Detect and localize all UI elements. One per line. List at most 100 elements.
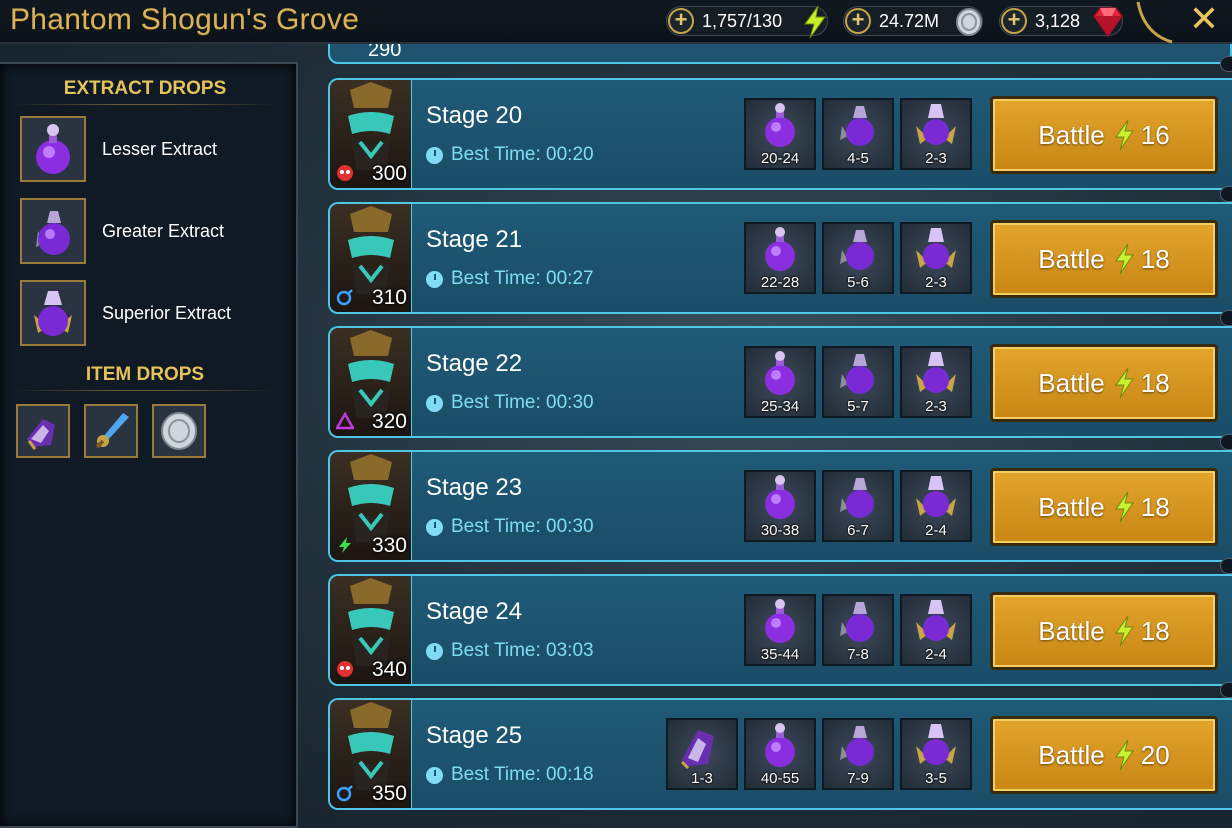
drops-panel: EXTRACT DROPS Lesser Extract Greater Ext… — [0, 62, 298, 828]
superior-extract-icon — [20, 280, 86, 346]
greater-extract-drop[interactable]: 7-8 — [822, 594, 894, 666]
clock-icon — [426, 394, 443, 412]
extract-item-superior[interactable]: Superior Extract — [20, 280, 231, 346]
drop-quantity: 25-34 — [760, 398, 800, 415]
stage-row: 340 Stage 24 Best Time: 03:03 35-44 7-8 … — [328, 574, 1232, 686]
drop-quantity: 2-3 — [925, 150, 947, 167]
close-button[interactable]: ✕ — [1186, 1, 1222, 38]
greater-extract-drop[interactable]: 4-5 — [822, 98, 894, 170]
drop-quantity: 2-4 — [925, 522, 947, 539]
weapon-icon[interactable] — [84, 404, 138, 458]
best-time: Best Time: 00:30 — [426, 516, 594, 538]
greater-extract-drop[interactable]: 7-9 — [822, 718, 894, 790]
force-affinity-icon — [337, 661, 353, 677]
item-drops-heading: ITEM DROPS — [14, 364, 276, 391]
stage-row: 350 Stage 25 Best Time: 00:18 1-3 40-55 … — [328, 698, 1232, 810]
ruby-gem-icon — [1093, 7, 1123, 38]
extract-item-greater[interactable]: Greater Extract — [20, 198, 224, 264]
best-time: Best Time: 03:03 — [426, 640, 594, 662]
page-title: Phantom Shogun's Grove — [10, 3, 360, 36]
energy-value: 1,757/130 — [702, 10, 783, 31]
extract-item-lesser[interactable]: Lesser Extract — [20, 116, 217, 182]
gems-counter: + 3,128 — [999, 6, 1123, 38]
artifact-drop[interactable]: 1-3 — [666, 718, 738, 790]
scroll-indicator — [1220, 434, 1232, 450]
lesser-extract-drop[interactable]: 25-34 — [744, 346, 816, 418]
greater-extract-drop[interactable]: 5-7 — [822, 346, 894, 418]
scroll-indicator — [1220, 186, 1232, 202]
boss-portrait: 320 — [330, 328, 412, 436]
stage-name: Stage 25 — [426, 722, 523, 749]
lesser-extract-drop[interactable]: 30-38 — [744, 470, 816, 542]
stage-row: 330 Stage 23 Best Time: 00:30 30-38 6-7 … — [328, 450, 1232, 562]
magic-affinity-icon — [336, 785, 353, 802]
boss-portrait: 300 — [330, 80, 412, 188]
drop-quantity: 5-7 — [847, 398, 869, 415]
superior-extract-label: Superior Extract — [102, 302, 232, 323]
drop-quantity: 2-4 — [925, 646, 947, 663]
force-affinity-icon — [337, 165, 353, 181]
lesser-extract-drop[interactable]: 22-28 — [744, 222, 816, 294]
drop-quantity: 6-7 — [847, 522, 869, 539]
battle-button[interactable]: Battle 18 — [990, 220, 1218, 298]
battle-button[interactable]: Battle 18 — [990, 468, 1218, 546]
lesser-extract-drop[interactable]: 40-55 — [744, 718, 816, 790]
lesser-extract-label: Lesser Extract — [102, 138, 218, 159]
drop-quantity: 2-3 — [925, 398, 947, 415]
drop-quantity: 5-6 — [847, 274, 869, 291]
lesser-extract-icon — [20, 116, 86, 182]
add-gems-button[interactable]: + — [1001, 8, 1027, 34]
energy-bolt-icon — [1114, 491, 1134, 523]
boss-portrait: 340 — [330, 576, 412, 684]
lesser-extract-drop[interactable]: 20-24 — [744, 98, 816, 170]
superior-extract-drop[interactable]: 2-3 — [900, 346, 972, 418]
silver-coin-drop-icon[interactable] — [152, 404, 206, 458]
stage-name: Stage 22 — [426, 350, 523, 377]
stage-name: Stage 21 — [426, 226, 523, 253]
lesser-extract-drop[interactable]: 35-44 — [744, 594, 816, 666]
silver-counter: + 24.72M — [843, 6, 983, 36]
clock-icon — [426, 146, 443, 164]
superior-extract-drop[interactable]: 2-3 — [900, 222, 972, 294]
energy-bolt-icon — [1114, 615, 1134, 647]
battle-button[interactable]: Battle 18 — [990, 344, 1218, 422]
superior-extract-drop[interactable]: 2-3 — [900, 98, 972, 170]
energy-bolt-icon — [1114, 119, 1134, 151]
drop-quantity: 4-5 — [847, 150, 869, 167]
extract-drops-heading: EXTRACT DROPS — [14, 78, 276, 105]
drop-quantity: 3-5 — [925, 770, 947, 787]
void-affinity-icon — [336, 412, 354, 430]
boss-portrait: 310 — [330, 204, 412, 312]
boss-level: 350 — [371, 782, 407, 805]
stage-list[interactable]: 290 300 Stage 20 Best Time: 00:20 20-24 … — [322, 44, 1232, 828]
artifact-icon[interactable] — [16, 404, 70, 458]
drop-quantity: 7-9 — [847, 770, 869, 787]
add-silver-button[interactable]: + — [845, 8, 871, 34]
greater-extract-icon — [20, 198, 86, 264]
boss-portrait: 350 — [330, 700, 412, 808]
battle-button[interactable]: Battle 20 — [990, 716, 1218, 794]
drop-quantity: 22-28 — [760, 274, 800, 291]
scroll-indicator — [1220, 682, 1232, 698]
energy-bolt-icon — [1114, 739, 1134, 771]
boss-portrait: 330 — [330, 452, 412, 560]
superior-extract-drop[interactable]: 3-5 — [900, 718, 972, 790]
scroll-indicator — [1220, 310, 1232, 326]
superior-extract-drop[interactable]: 2-4 — [900, 594, 972, 666]
best-time: Best Time: 00:20 — [426, 144, 594, 166]
battle-button[interactable]: Battle 18 — [990, 592, 1218, 670]
stage-name: Stage 24 — [426, 598, 523, 625]
add-energy-button[interactable]: + — [668, 8, 694, 34]
energy-bolt-icon — [804, 5, 826, 39]
silver-value: 24.72M — [879, 10, 940, 31]
greater-extract-drop[interactable]: 6-7 — [822, 470, 894, 542]
drop-quantity: 1-3 — [691, 770, 713, 787]
superior-extract-drop[interactable]: 2-4 — [900, 470, 972, 542]
clock-icon — [426, 766, 443, 784]
battle-button[interactable]: Battle 16 — [990, 96, 1218, 174]
scroll-indicator — [1220, 558, 1232, 574]
greater-extract-drop[interactable]: 5-6 — [822, 222, 894, 294]
stage-row: 310 Stage 21 Best Time: 00:27 22-28 5-6 … — [328, 202, 1232, 314]
clock-icon — [426, 270, 443, 288]
drop-quantity: 2-3 — [925, 274, 947, 291]
